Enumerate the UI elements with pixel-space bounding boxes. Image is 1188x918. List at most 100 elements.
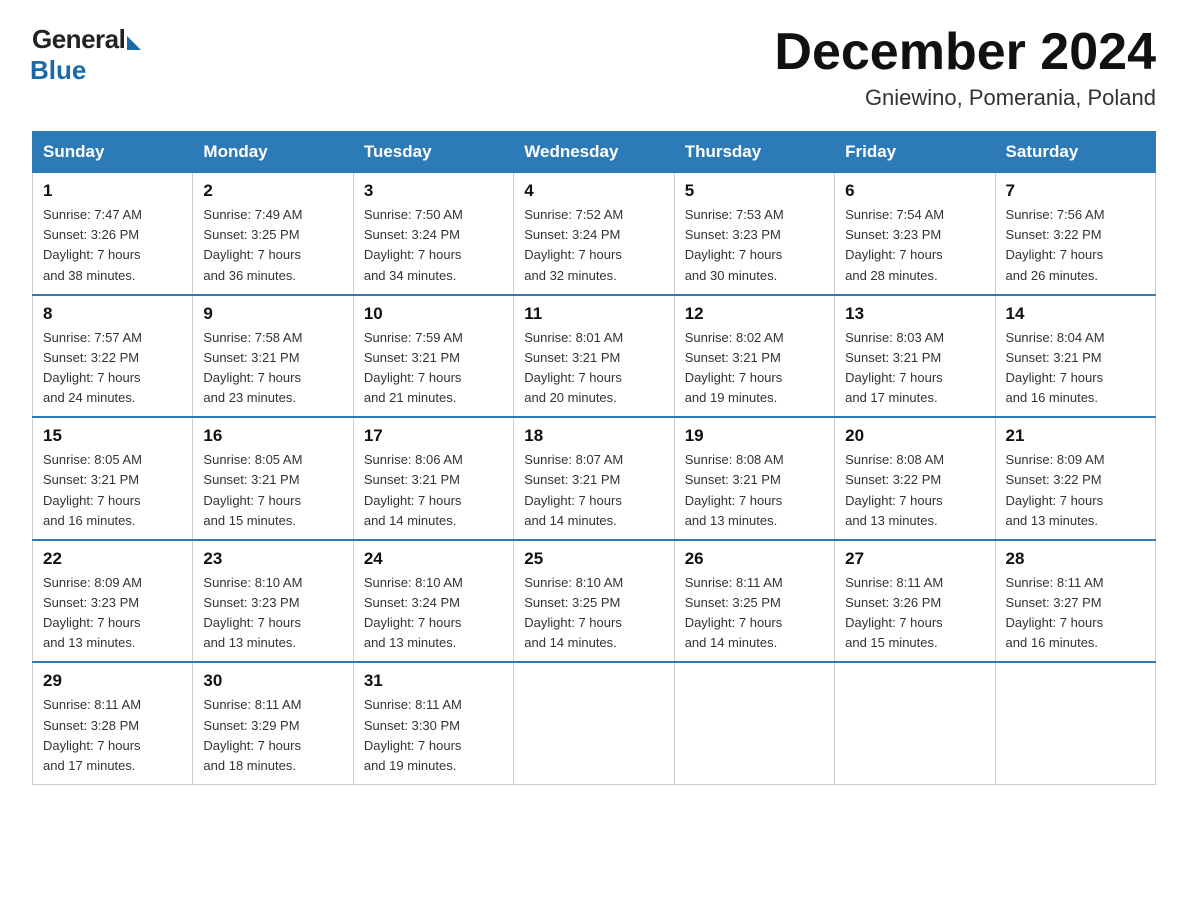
day-number: 20: [845, 426, 984, 446]
calendar-table: SundayMondayTuesdayWednesdayThursdayFrid…: [32, 131, 1156, 785]
day-number: 15: [43, 426, 182, 446]
day-info: Sunrise: 8:11 AMSunset: 3:26 PMDaylight:…: [845, 575, 943, 650]
day-number: 19: [685, 426, 824, 446]
calendar-cell: 16 Sunrise: 8:05 AMSunset: 3:21 PMDaylig…: [193, 417, 353, 540]
month-title: December 2024: [774, 24, 1156, 81]
day-info: Sunrise: 7:52 AMSunset: 3:24 PMDaylight:…: [524, 207, 623, 282]
calendar-week-row: 1 Sunrise: 7:47 AMSunset: 3:26 PMDayligh…: [33, 173, 1156, 295]
day-info: Sunrise: 7:56 AMSunset: 3:22 PMDaylight:…: [1006, 207, 1105, 282]
day-info: Sunrise: 7:58 AMSunset: 3:21 PMDaylight:…: [203, 330, 302, 405]
day-info: Sunrise: 7:57 AMSunset: 3:22 PMDaylight:…: [43, 330, 142, 405]
calendar-week-row: 8 Sunrise: 7:57 AMSunset: 3:22 PMDayligh…: [33, 295, 1156, 418]
calendar-cell: 7 Sunrise: 7:56 AMSunset: 3:22 PMDayligh…: [995, 173, 1155, 295]
day-number: 9: [203, 304, 342, 324]
weekday-header-thursday: Thursday: [674, 132, 834, 173]
calendar-cell: 25 Sunrise: 8:10 AMSunset: 3:25 PMDaylig…: [514, 540, 674, 663]
title-block: December 2024 Gniewino, Pomerania, Polan…: [774, 24, 1156, 111]
day-number: 12: [685, 304, 824, 324]
day-info: Sunrise: 7:59 AMSunset: 3:21 PMDaylight:…: [364, 330, 463, 405]
calendar-cell: 20 Sunrise: 8:08 AMSunset: 3:22 PMDaylig…: [835, 417, 995, 540]
day-number: 5: [685, 181, 824, 201]
day-number: 2: [203, 181, 342, 201]
calendar-cell: 30 Sunrise: 8:11 AMSunset: 3:29 PMDaylig…: [193, 662, 353, 784]
day-number: 22: [43, 549, 182, 569]
calendar-cell: 24 Sunrise: 8:10 AMSunset: 3:24 PMDaylig…: [353, 540, 513, 663]
day-number: 23: [203, 549, 342, 569]
day-info: Sunrise: 8:08 AMSunset: 3:22 PMDaylight:…: [845, 452, 944, 527]
weekday-header-tuesday: Tuesday: [353, 132, 513, 173]
calendar-cell: 27 Sunrise: 8:11 AMSunset: 3:26 PMDaylig…: [835, 540, 995, 663]
day-info: Sunrise: 8:11 AMSunset: 3:25 PMDaylight:…: [685, 575, 783, 650]
location-title: Gniewino, Pomerania, Poland: [774, 85, 1156, 111]
day-number: 13: [845, 304, 984, 324]
day-info: Sunrise: 8:10 AMSunset: 3:25 PMDaylight:…: [524, 575, 623, 650]
calendar-cell: 15 Sunrise: 8:05 AMSunset: 3:21 PMDaylig…: [33, 417, 193, 540]
day-number: 1: [43, 181, 182, 201]
calendar-cell: 26 Sunrise: 8:11 AMSunset: 3:25 PMDaylig…: [674, 540, 834, 663]
day-number: 7: [1006, 181, 1145, 201]
calendar-cell: 8 Sunrise: 7:57 AMSunset: 3:22 PMDayligh…: [33, 295, 193, 418]
calendar-cell: 19 Sunrise: 8:08 AMSunset: 3:21 PMDaylig…: [674, 417, 834, 540]
calendar-cell: 31 Sunrise: 8:11 AMSunset: 3:30 PMDaylig…: [353, 662, 513, 784]
day-info: Sunrise: 8:11 AMSunset: 3:28 PMDaylight:…: [43, 697, 141, 772]
day-number: 25: [524, 549, 663, 569]
day-number: 24: [364, 549, 503, 569]
calendar-cell: 28 Sunrise: 8:11 AMSunset: 3:27 PMDaylig…: [995, 540, 1155, 663]
calendar-header-row: SundayMondayTuesdayWednesdayThursdayFrid…: [33, 132, 1156, 173]
day-info: Sunrise: 8:10 AMSunset: 3:24 PMDaylight:…: [364, 575, 463, 650]
calendar-cell: 1 Sunrise: 7:47 AMSunset: 3:26 PMDayligh…: [33, 173, 193, 295]
calendar-cell: [835, 662, 995, 784]
calendar-cell: 18 Sunrise: 8:07 AMSunset: 3:21 PMDaylig…: [514, 417, 674, 540]
calendar-week-row: 15 Sunrise: 8:05 AMSunset: 3:21 PMDaylig…: [33, 417, 1156, 540]
day-number: 11: [524, 304, 663, 324]
day-info: Sunrise: 8:11 AMSunset: 3:27 PMDaylight:…: [1006, 575, 1104, 650]
calendar-cell: 3 Sunrise: 7:50 AMSunset: 3:24 PMDayligh…: [353, 173, 513, 295]
calendar-cell: 13 Sunrise: 8:03 AMSunset: 3:21 PMDaylig…: [835, 295, 995, 418]
logo-blue-text: Blue: [30, 55, 86, 86]
weekday-header-sunday: Sunday: [33, 132, 193, 173]
day-info: Sunrise: 8:06 AMSunset: 3:21 PMDaylight:…: [364, 452, 463, 527]
weekday-header-monday: Monday: [193, 132, 353, 173]
calendar-cell: 4 Sunrise: 7:52 AMSunset: 3:24 PMDayligh…: [514, 173, 674, 295]
calendar-cell: 29 Sunrise: 8:11 AMSunset: 3:28 PMDaylig…: [33, 662, 193, 784]
day-number: 8: [43, 304, 182, 324]
day-info: Sunrise: 8:11 AMSunset: 3:29 PMDaylight:…: [203, 697, 301, 772]
page-header: General Blue December 2024 Gniewino, Pom…: [32, 24, 1156, 111]
day-info: Sunrise: 7:54 AMSunset: 3:23 PMDaylight:…: [845, 207, 944, 282]
day-info: Sunrise: 8:10 AMSunset: 3:23 PMDaylight:…: [203, 575, 302, 650]
calendar-cell: 21 Sunrise: 8:09 AMSunset: 3:22 PMDaylig…: [995, 417, 1155, 540]
calendar-cell: 11 Sunrise: 8:01 AMSunset: 3:21 PMDaylig…: [514, 295, 674, 418]
day-number: 10: [364, 304, 503, 324]
calendar-cell: 23 Sunrise: 8:10 AMSunset: 3:23 PMDaylig…: [193, 540, 353, 663]
day-number: 26: [685, 549, 824, 569]
weekday-header-saturday: Saturday: [995, 132, 1155, 173]
day-number: 21: [1006, 426, 1145, 446]
calendar-cell: [995, 662, 1155, 784]
day-number: 27: [845, 549, 984, 569]
calendar-cell: [674, 662, 834, 784]
day-info: Sunrise: 8:02 AMSunset: 3:21 PMDaylight:…: [685, 330, 784, 405]
day-number: 17: [364, 426, 503, 446]
calendar-cell: 22 Sunrise: 8:09 AMSunset: 3:23 PMDaylig…: [33, 540, 193, 663]
calendar-cell: 10 Sunrise: 7:59 AMSunset: 3:21 PMDaylig…: [353, 295, 513, 418]
calendar-cell: 2 Sunrise: 7:49 AMSunset: 3:25 PMDayligh…: [193, 173, 353, 295]
day-info: Sunrise: 8:09 AMSunset: 3:23 PMDaylight:…: [43, 575, 142, 650]
weekday-header-friday: Friday: [835, 132, 995, 173]
day-number: 31: [364, 671, 503, 691]
day-info: Sunrise: 8:04 AMSunset: 3:21 PMDaylight:…: [1006, 330, 1105, 405]
day-info: Sunrise: 8:03 AMSunset: 3:21 PMDaylight:…: [845, 330, 944, 405]
calendar-cell: 17 Sunrise: 8:06 AMSunset: 3:21 PMDaylig…: [353, 417, 513, 540]
day-number: 18: [524, 426, 663, 446]
day-info: Sunrise: 8:05 AMSunset: 3:21 PMDaylight:…: [43, 452, 142, 527]
day-number: 29: [43, 671, 182, 691]
day-number: 14: [1006, 304, 1145, 324]
day-info: Sunrise: 8:07 AMSunset: 3:21 PMDaylight:…: [524, 452, 623, 527]
calendar-cell: 9 Sunrise: 7:58 AMSunset: 3:21 PMDayligh…: [193, 295, 353, 418]
day-info: Sunrise: 8:01 AMSunset: 3:21 PMDaylight:…: [524, 330, 623, 405]
logo-arrow-icon: [127, 36, 141, 50]
calendar-week-row: 22 Sunrise: 8:09 AMSunset: 3:23 PMDaylig…: [33, 540, 1156, 663]
day-info: Sunrise: 7:47 AMSunset: 3:26 PMDaylight:…: [43, 207, 142, 282]
calendar-cell: 14 Sunrise: 8:04 AMSunset: 3:21 PMDaylig…: [995, 295, 1155, 418]
calendar-week-row: 29 Sunrise: 8:11 AMSunset: 3:28 PMDaylig…: [33, 662, 1156, 784]
logo: General Blue: [32, 24, 141, 86]
